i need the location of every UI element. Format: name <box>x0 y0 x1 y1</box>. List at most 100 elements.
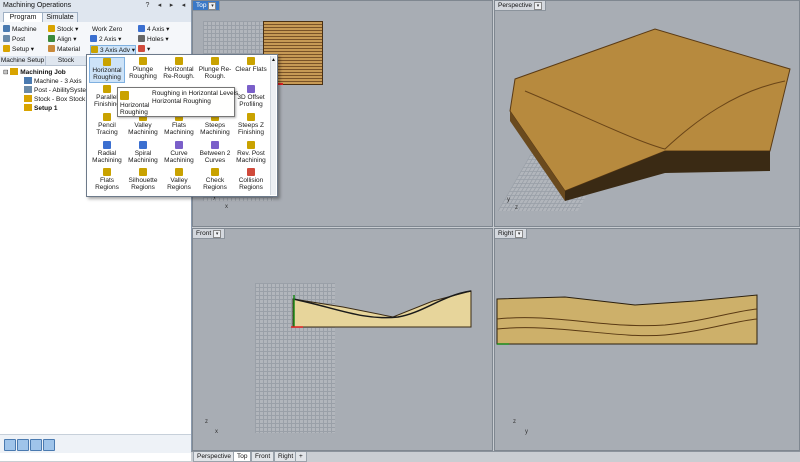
menu-item-label: Horizontal Re-Rough. <box>163 66 195 80</box>
menu-item-flats-regions[interactable]: Flats Regions <box>89 168 125 194</box>
tools-icon <box>138 45 145 52</box>
tree-label: Machining Job <box>20 69 66 76</box>
plunge-roughing-icon <box>139 57 147 65</box>
menu-item-plunge-rerough[interactable]: Plunge Re-Rough. <box>197 57 233 83</box>
post-button[interactable]: Post <box>3 35 25 44</box>
between-curves-icon <box>211 141 219 149</box>
menu-item-3d-offset-profiling[interactable]: 3D Offset Profiling <box>233 85 269 111</box>
align-button[interactable]: Align ▾ <box>48 35 77 44</box>
part-right-outline <box>496 294 758 345</box>
tree-label: Post - AbilitySystem <box>34 87 92 94</box>
check-regions-icon <box>211 168 219 176</box>
panel-bottom-toolbar <box>0 434 191 453</box>
tooltip-subtitle: Horizontal Roughing <box>152 98 211 105</box>
stock-button[interactable]: Stock ▾ <box>48 25 78 34</box>
viewport-right[interactable]: Right ▾ y z <box>494 228 800 451</box>
viewport-title-top[interactable]: Top ▾ <box>193 1 221 11</box>
post-label: Post <box>12 36 26 43</box>
menu-item-between-2-curves[interactable]: Between 2 Curves <box>197 141 233 167</box>
ribbon: Machine Post Setup ▾ Stock ▾ Align ▾ Mat… <box>0 22 191 57</box>
holes-button[interactable]: Holes ▾ <box>138 35 169 44</box>
tools-library-icon[interactable] <box>17 439 29 451</box>
rev-post-icon <box>247 141 255 149</box>
work-zero-label: Work Zero <box>92 26 123 33</box>
material-icon <box>48 45 55 52</box>
tree-node-machining-job[interactable]: ⊟ Machining Job <box>3 68 66 77</box>
horizontal-roughing-icon <box>120 91 129 100</box>
menu-item-valley-regions[interactable]: Valley Regions <box>161 168 197 194</box>
part-front-view <box>291 290 472 328</box>
menu-item-clear-flats[interactable]: Clear Flats <box>233 57 269 83</box>
back-icon[interactable]: ◂ <box>155 1 164 10</box>
2-axis-label: 2 Axis <box>99 36 117 43</box>
menu-item-horizontal-rerough[interactable]: Horizontal Re-Rough. <box>161 57 197 83</box>
material-button[interactable]: Material <box>48 45 80 54</box>
menu-item-label: Spiral Machining <box>128 150 158 164</box>
tooltip-label: Horizontal Roughing <box>120 102 150 116</box>
menu-item-horizontal-roughing[interactable]: Horizontal Roughing <box>89 57 125 83</box>
menu-item-radial-machining[interactable]: Radial Machining <box>89 141 125 167</box>
menu-item-spiral-machining[interactable]: Spiral Machining <box>125 141 161 167</box>
3-axis-adv-label: 3 Axis Adv <box>100 47 130 54</box>
menu-item-collision-regions[interactable]: Collision Regions <box>233 168 269 194</box>
tree-node-stock[interactable]: Stock - Box Stock <box>24 95 85 104</box>
tree-node-post[interactable]: Post - AbilitySystem <box>24 86 91 95</box>
tree-node-setup[interactable]: Setup 1 <box>24 104 57 113</box>
tree-label: Setup 1 <box>34 105 58 112</box>
2-axis-icon <box>90 35 97 42</box>
work-zero-button[interactable]: Work Zero <box>92 25 122 34</box>
4-axis-icon <box>138 25 145 32</box>
toolpath-icon[interactable] <box>4 439 16 451</box>
z-axis-label: z <box>515 205 518 211</box>
menu-item-plunge-roughing[interactable]: Plunge Roughing <box>125 57 161 83</box>
holes-icon <box>138 35 145 42</box>
tooltip: Roughing in Horizontal Levels Horizontal… <box>117 87 239 117</box>
scroll-up-icon[interactable]: ▲ <box>271 57 276 63</box>
viewport-front[interactable]: Front ▾ x z <box>192 228 493 451</box>
machine-icon <box>3 25 10 32</box>
panel-tabs: Program Simulate <box>0 11 191 23</box>
viewport-perspective[interactable]: Perspective ▾ y z <box>494 0 800 227</box>
menu-item-label: Plunge Roughing <box>129 66 157 80</box>
machine-label: Machine <box>12 26 37 33</box>
feeds-icon[interactable] <box>30 439 42 451</box>
3d-offset-icon <box>247 85 255 93</box>
menu-scrollbar[interactable] <box>270 56 276 195</box>
menu-item-rev-post-machining[interactable]: Rev. Post Machining <box>233 141 269 167</box>
menu-item-curve-machining[interactable]: Curve Machining <box>161 141 197 167</box>
menu-item-label: Horizontal Roughing <box>92 67 122 81</box>
curve-machining-icon <box>175 141 183 149</box>
horizontal-roughing-icon <box>103 58 111 66</box>
z-axis-label: z <box>513 419 516 425</box>
help-icon[interactable]: ? <box>143 1 152 10</box>
pencil-tracing-icon <box>103 113 111 121</box>
menu-item-label: 3D Offset Profiling <box>237 94 265 108</box>
valley-regions-icon <box>175 168 183 176</box>
menu-item-check-regions[interactable]: Check Regions <box>197 168 233 194</box>
menu-item-steeps-z-finishing[interactable]: Steeps Z Finishing <box>233 113 269 139</box>
4-axis-button[interactable]: 4 Axis ▾ <box>138 25 169 34</box>
knowledge-base-icon[interactable] <box>43 439 55 451</box>
forward-icon[interactable]: ▸ <box>167 1 176 10</box>
post-icon <box>3 35 10 42</box>
setup-icon <box>3 45 10 52</box>
tree-node-machine[interactable]: Machine - 3 Axis <box>24 77 82 86</box>
tools-button[interactable]: ▾ <box>138 45 150 54</box>
part-3d-model <box>509 28 791 201</box>
y-axis-label: y <box>507 197 510 203</box>
chevron-down-icon[interactable]: ▾ <box>208 2 217 10</box>
menu-item-label: Silhouette Regions <box>128 177 158 191</box>
align-label: Align <box>57 36 72 43</box>
2-axis-button[interactable]: 2 Axis ▾ <box>90 35 121 44</box>
menu-item-silhouette-regions[interactable]: Silhouette Regions <box>125 168 161 194</box>
machine-button[interactable]: Machine <box>3 25 37 34</box>
tooltip-title: Roughing in Horizontal Levels <box>152 90 239 97</box>
collision-regions-icon <box>247 168 255 176</box>
menu-item-label: Curve Machining <box>164 150 194 164</box>
collapse-icon[interactable]: ◂ <box>179 1 188 10</box>
radial-machining-icon <box>103 141 111 149</box>
plunge-rerough-icon <box>211 57 219 65</box>
menu-item-label: Radial Machining <box>92 150 122 164</box>
x-axis-label: x <box>215 429 218 435</box>
setup-button[interactable]: Setup ▾ <box>3 45 34 54</box>
